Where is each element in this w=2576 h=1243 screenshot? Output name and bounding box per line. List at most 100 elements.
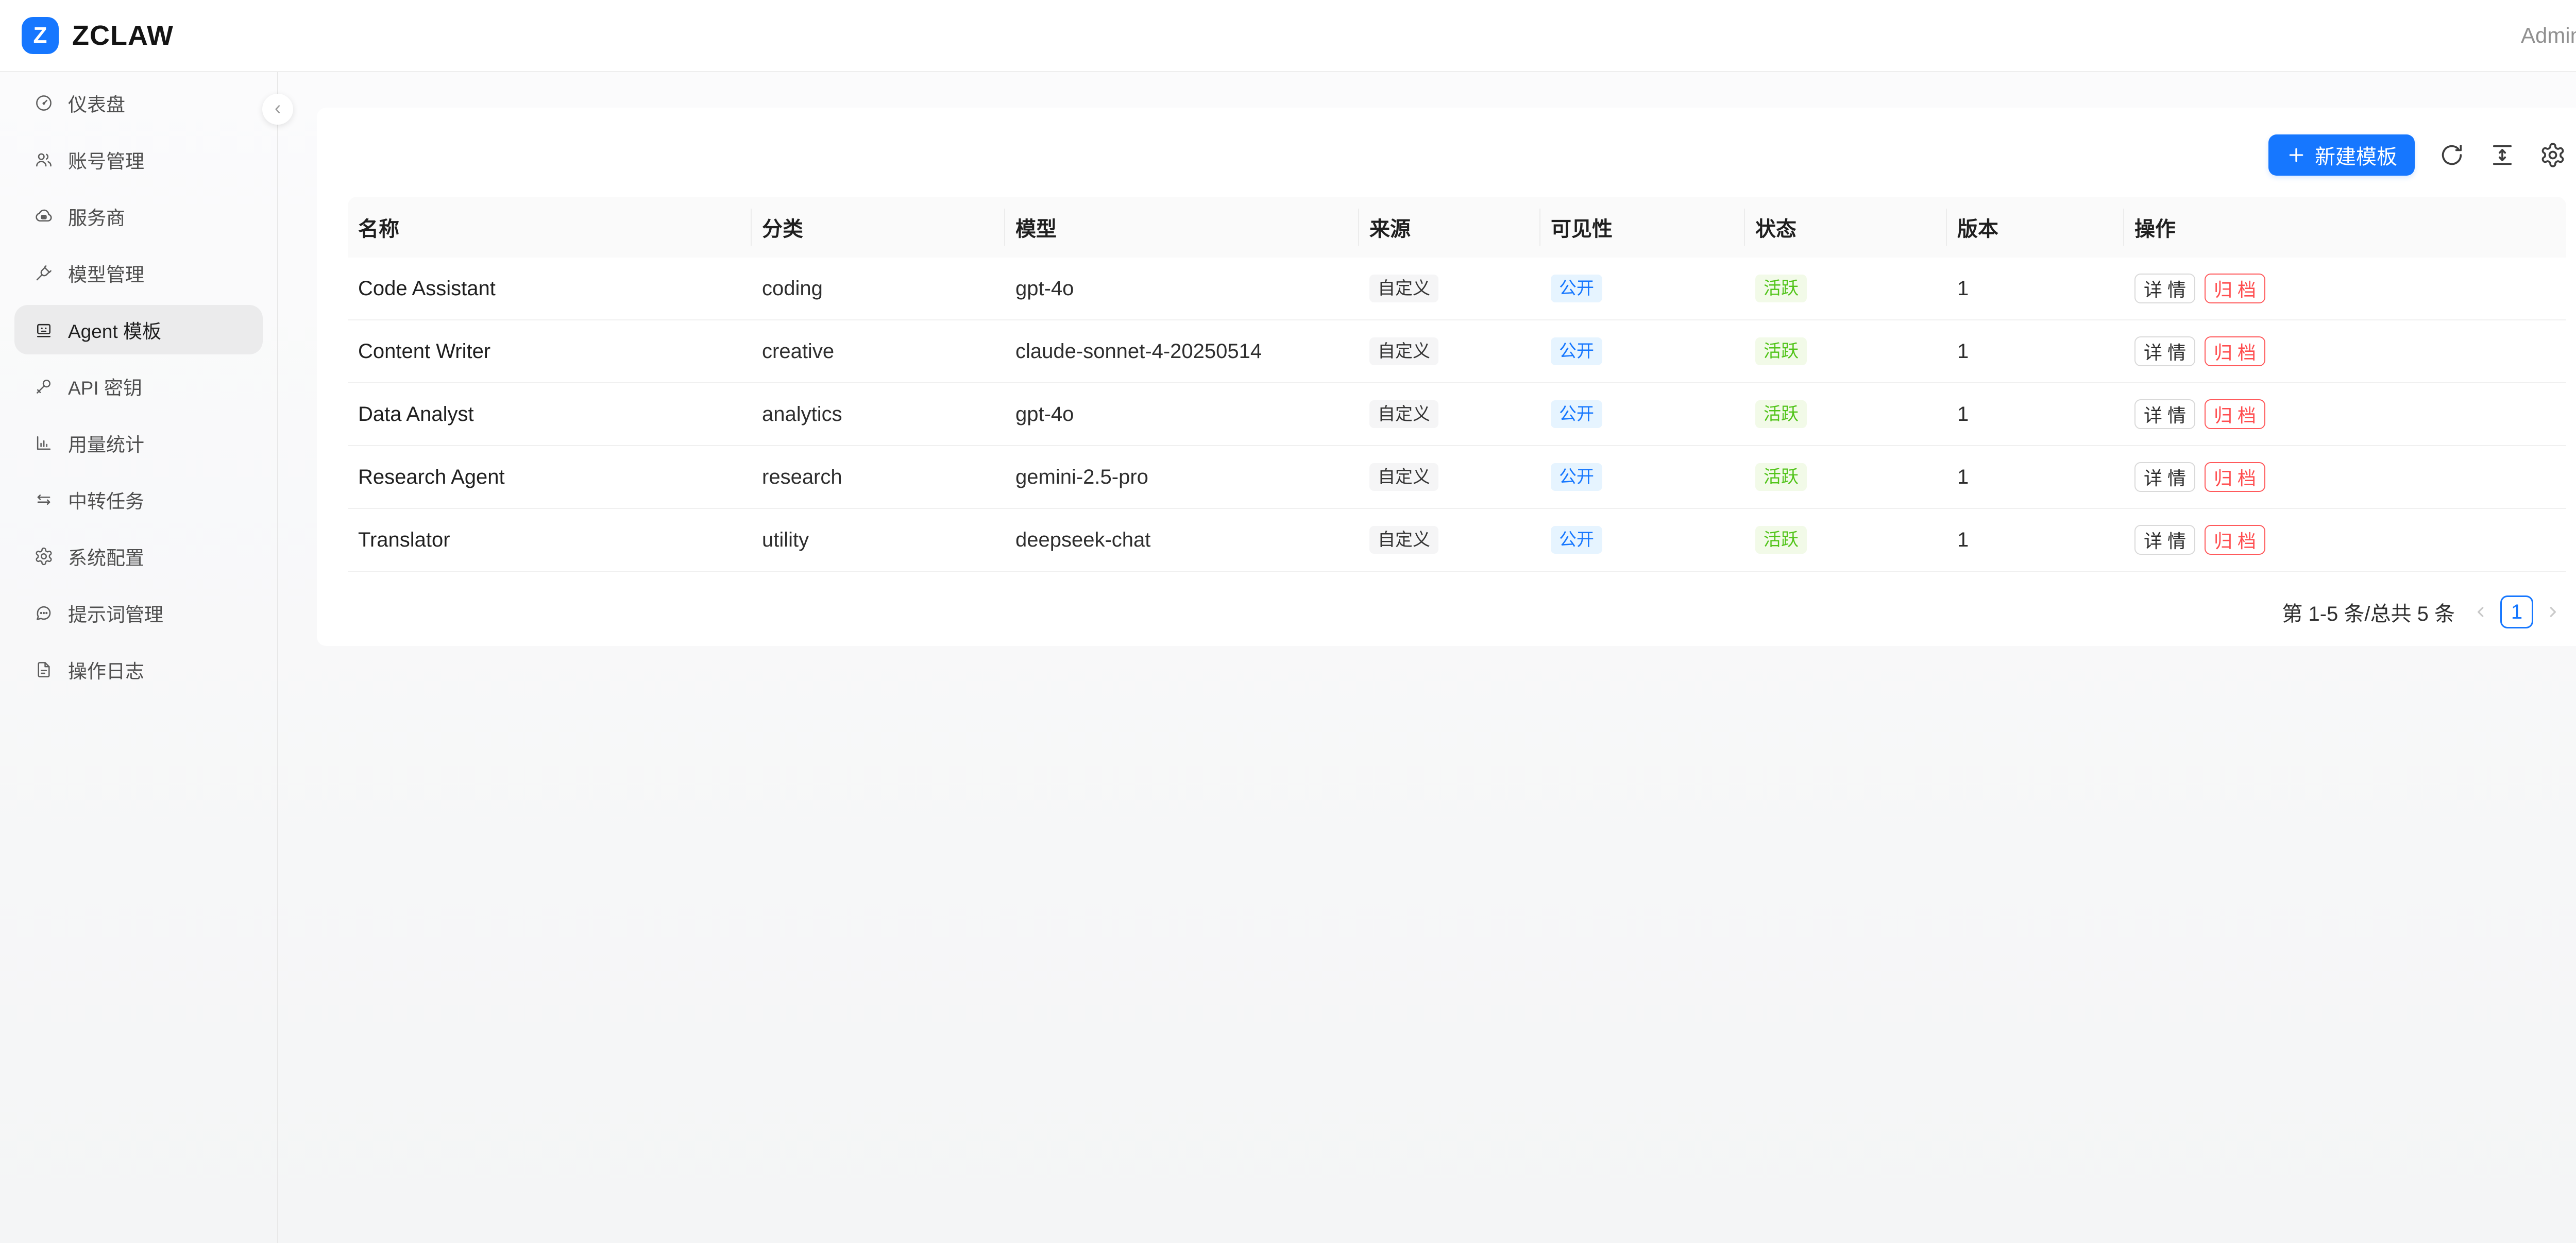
key-icon — [34, 377, 54, 396]
column-header-0: 名称 — [348, 197, 752, 258]
source-tag: 自定义 — [1369, 526, 1438, 554]
table-toolbar: 新建模板 — [348, 134, 2566, 176]
status-tag: 活跃 — [1755, 463, 1807, 491]
sidebar-item-agent-templates[interactable]: Agent 模板 — [14, 305, 263, 354]
sidebar-item-dashboard[interactable]: 仪表盘 — [14, 78, 263, 128]
pagination-prev-button[interactable] — [2467, 595, 2494, 628]
sidebar-item-system-config[interactable]: 系统配置 — [14, 532, 263, 581]
archive-button[interactable]: 归 档 — [2205, 399, 2265, 429]
pagination-summary: 第 1-5 条/总共 5 条 — [2282, 597, 2455, 627]
sidebar-item-label: 提示词管理 — [68, 599, 163, 627]
cell-source: 自定义 — [1359, 446, 1540, 509]
bar-chart-icon — [34, 433, 54, 453]
sidebar-item-relay-tasks[interactable]: 中转任务 — [14, 475, 263, 524]
sidebar-item-operation-logs[interactable]: 操作日志 — [14, 645, 263, 694]
brand-name: ZCLAW — [72, 20, 174, 52]
table-row: Translatorutilitydeepseek-chat自定义公开活跃1详 … — [348, 509, 2566, 572]
new-template-button[interactable]: 新建模板 — [2268, 134, 2415, 176]
column-header-4: 可见性 — [1540, 197, 1745, 258]
column-header-5: 状态 — [1745, 197, 1947, 258]
archive-button[interactable]: 归 档 — [2205, 462, 2265, 492]
source-tag: 自定义 — [1369, 337, 1438, 365]
status-tag: 活跃 — [1755, 526, 1807, 554]
archive-button[interactable]: 归 档 — [2205, 336, 2265, 366]
cell-model: gemini-2.5-pro — [1005, 446, 1359, 509]
detail-button[interactable]: 详 情 — [2134, 525, 2195, 555]
sidebar-item-label: Agent 模板 — [68, 316, 161, 344]
cell-category: analytics — [752, 383, 1005, 446]
visibility-tag: 公开 — [1551, 337, 1602, 365]
pagination: 第 1-5 条/总共 5 条 1 — [348, 595, 2566, 628]
column-header-6: 版本 — [1947, 197, 2124, 258]
sidebar-item-label: 账号管理 — [68, 146, 144, 174]
cell-model: gpt-4o — [1005, 383, 1359, 446]
templates-table: 名称分类模型来源可见性状态版本操作 Code Assistantcodinggp… — [348, 197, 2566, 572]
archive-button[interactable]: 归 档 — [2205, 525, 2265, 555]
cell-status: 活跃 — [1745, 320, 1947, 383]
sidebar-item-label: API 密钥 — [68, 372, 142, 400]
column-settings-button[interactable] — [2539, 142, 2566, 168]
sidebar-item-prompts[interactable]: 提示词管理 — [14, 588, 263, 638]
status-tag: 活跃 — [1755, 337, 1807, 365]
table-header-row: 名称分类模型来源可见性状态版本操作 — [348, 197, 2566, 258]
sidebar-item-providers[interactable]: 服务商 — [14, 192, 263, 241]
pagination-page-1[interactable]: 1 — [2500, 595, 2533, 628]
user-menu[interactable]: Admin — [2521, 23, 2576, 48]
source-tag: 自定义 — [1369, 275, 1438, 302]
cell-version: 1 — [1947, 258, 2124, 320]
cell-model: claude-sonnet-4-20250514 — [1005, 320, 1359, 383]
detail-button[interactable]: 详 情 — [2134, 462, 2195, 492]
cell-version: 1 — [1947, 509, 2124, 572]
swap-icon — [34, 490, 54, 509]
cell-visibility: 公开 — [1540, 509, 1745, 572]
source-tag: 自定义 — [1369, 463, 1438, 491]
file-icon — [34, 660, 54, 679]
sidebar-item-usage-stats[interactable]: 用量统计 — [14, 418, 263, 468]
archive-button[interactable]: 归 档 — [2205, 274, 2265, 303]
sidebar-item-label: 仪表盘 — [68, 89, 125, 117]
sidebar: 仪表盘账号管理服务商模型管理 Agent 模板 API 密钥用量统计中转任务系统配置… — [0, 72, 278, 1243]
cell-source: 自定义 — [1359, 320, 1540, 383]
detail-button[interactable]: 详 情 — [2134, 274, 2195, 303]
chevron-right-icon — [2545, 604, 2561, 620]
cell-actions: 详 情归 档 — [2124, 509, 2566, 572]
brand-logo-letter: Z — [33, 23, 47, 48]
column-height-icon — [2489, 142, 2516, 168]
sidebar-item-models[interactable]: 模型管理 — [14, 248, 263, 298]
cell-source: 自定义 — [1359, 383, 1540, 446]
visibility-tag: 公开 — [1551, 275, 1602, 302]
cell-visibility: 公开 — [1540, 446, 1745, 509]
plus-icon — [2286, 145, 2307, 165]
detail-button[interactable]: 详 情 — [2134, 399, 2195, 429]
page-body: 仪表盘账号管理服务商模型管理 Agent 模板 API 密钥用量统计中转任务系统配置… — [0, 72, 2576, 1243]
detail-button[interactable]: 详 情 — [2134, 336, 2195, 366]
cell-name: Data Analyst — [348, 383, 752, 446]
content-card: 新建模板 — [317, 108, 2576, 646]
sidebar-collapse-button[interactable] — [262, 94, 293, 125]
cell-version: 1 — [1947, 446, 2124, 509]
cell-version: 1 — [1947, 320, 2124, 383]
sidebar-item-label: 中转任务 — [68, 486, 144, 514]
cell-source: 自定义 — [1359, 258, 1540, 320]
cell-visibility: 公开 — [1540, 383, 1745, 446]
sidebar-item-accounts[interactable]: 账号管理 — [14, 135, 263, 184]
density-button[interactable] — [2489, 142, 2516, 168]
cell-visibility: 公开 — [1540, 320, 1745, 383]
pagination-next-button[interactable] — [2539, 595, 2566, 628]
visibility-tag: 公开 — [1551, 526, 1602, 554]
cell-category: utility — [752, 509, 1005, 572]
cell-status: 活跃 — [1745, 509, 1947, 572]
cell-category: coding — [752, 258, 1005, 320]
cell-visibility: 公开 — [1540, 258, 1745, 320]
cell-actions: 详 情归 档 — [2124, 320, 2566, 383]
sidebar-item-label: 用量统计 — [68, 429, 144, 457]
sidebar-item-api-keys[interactable]: API 密钥 — [14, 362, 263, 411]
sidebar-item-label: 模型管理 — [68, 259, 144, 287]
table-row: Code Assistantcodinggpt-4o自定义公开活跃1详 情归 档 — [348, 258, 2566, 320]
column-header-3: 来源 — [1359, 197, 1540, 258]
status-tag: 活跃 — [1755, 275, 1807, 302]
refresh-button[interactable] — [2438, 142, 2465, 168]
cell-version: 1 — [1947, 383, 2124, 446]
cloud-icon — [34, 207, 54, 226]
brand-logo: Z — [22, 17, 59, 54]
